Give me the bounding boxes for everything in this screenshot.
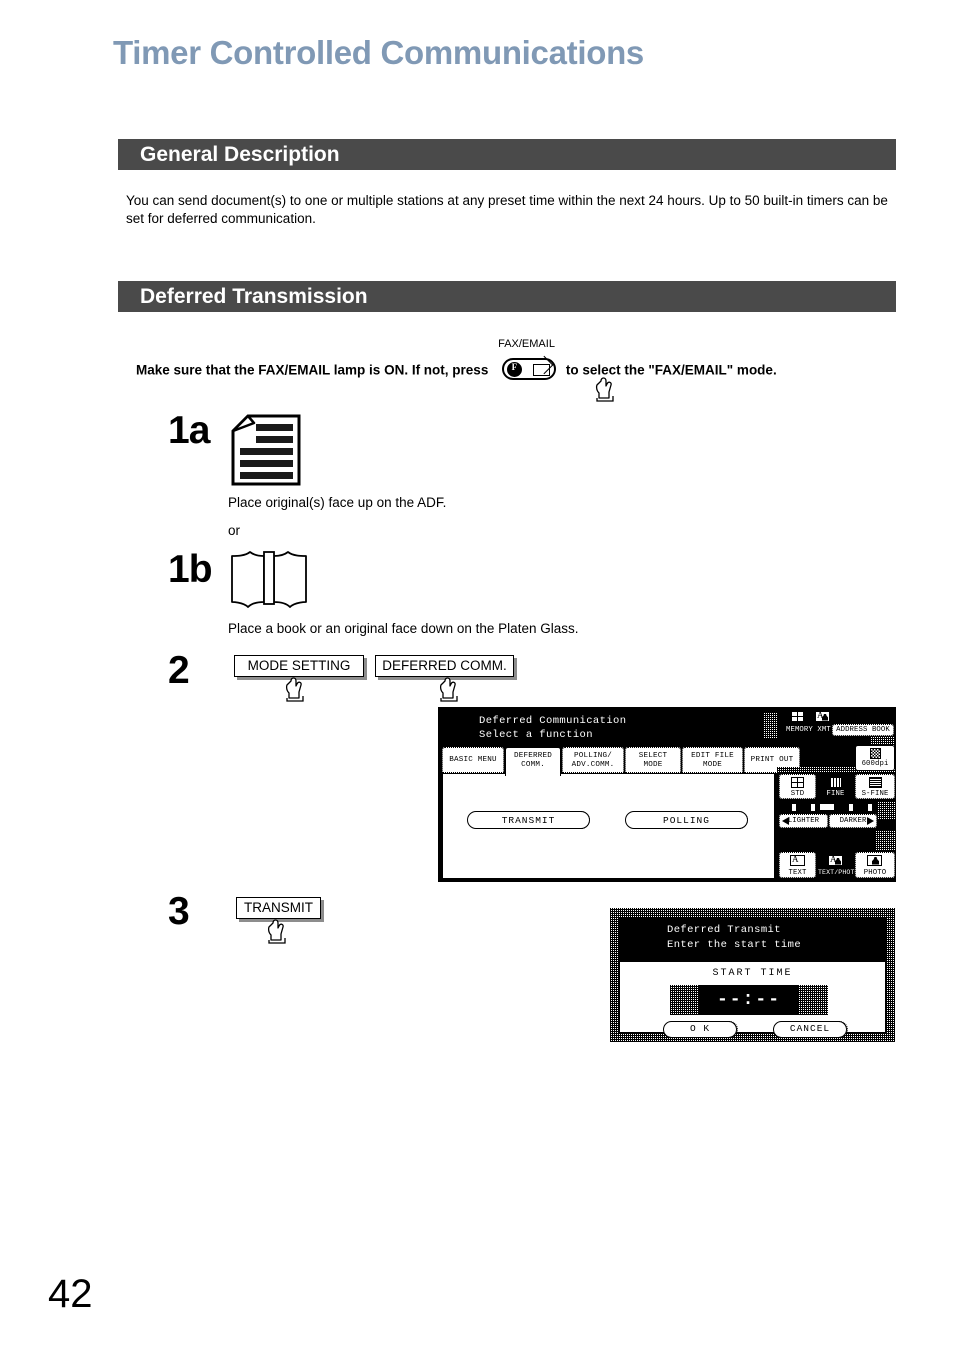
text-icon [790,854,805,866]
fax-email-lamp-instruction: Make sure that the FAX/EMAIL lamp is ON.… [136,338,777,380]
lcd2-title-line-1: Deferred Transmit [667,924,781,936]
step-or-label: or [228,523,241,538]
text-photo-status-icon [815,710,830,722]
memory-grid-icon [791,711,804,722]
page-title: Timer Controlled Communications [113,34,644,71]
fax-email-button-label: FAX/EMAIL [498,338,555,350]
pointing-hand-icon-mode-setting [283,672,309,702]
lcd2-header: Deferred Transmit Enter the start time [620,918,885,962]
page-number: 42 [48,1272,93,1316]
open-book-icon [229,547,309,611]
step-1a-caption: Place original(s) face up on the ADF. [228,495,447,510]
step-number-2: 2 [168,649,190,692]
resolution-fine-icon [829,777,842,788]
chip-address-book[interactable]: ADDRESS BOOK [832,724,894,736]
lcd2-button-cancel[interactable]: CANCEL [773,1020,848,1038]
tab-edit-file-mode[interactable]: EDIT FILE MODE [682,747,743,773]
lcd1-content-area: TRANSMIT POLLING [442,773,775,879]
lcd1-title-line-2: Select a function [479,729,593,741]
tab-polling-adv-comm[interactable]: POLLING/ ADV.COMM. [562,747,624,773]
lcd-button-polling[interactable]: POLLING [625,811,748,829]
step-number-3: 3 [168,890,190,933]
resolution-sfine-icon [869,777,882,788]
lamp-instruction-before: Make sure that the FAX/EMAIL lamp is ON.… [136,362,489,378]
dither-block-contrast [877,802,895,820]
dpi-dots-icon [870,748,881,759]
tab-deferred-comm[interactable]: DEFERRED COMM. [505,747,561,776]
pointing-hand-icon-transmit [265,914,291,944]
lcd-panel-deferred-transmit: Deferred Transmit Enter the start time S… [610,908,895,1042]
fax-email-key[interactable] [502,358,557,380]
fax-email-button-graphic: FAX/EMAIL [492,338,562,380]
step-1b-caption: Place a book or an original face down on… [228,621,579,636]
fax-icon [507,362,523,377]
tab-basic-menu[interactable]: BASIC MENU [442,747,504,773]
pointing-hand-icon-deferred-comm [437,672,463,702]
lcd2-start-time-value[interactable]: --:-- [699,985,799,1015]
contrast-status-icon [839,710,893,721]
photo-icon [867,855,882,866]
envelope-icon [533,363,551,376]
tab-select-mode[interactable]: SELECT MODE [625,747,681,773]
dither-block-type [875,831,895,851]
lcd-button-transmit[interactable]: TRANSMIT [467,811,590,829]
lcd2-button-ok[interactable]: O K [663,1020,738,1038]
general-description-paragraph: You can send document(s) to one or multi… [126,193,888,226]
document-adf-icon [230,413,302,487]
lcd1-title-line-1: Deferred Communication [479,715,627,727]
text-photo-icon [828,854,843,866]
contrast-thumb[interactable] [819,803,835,811]
chip-memory-xmt[interactable]: MEMORY XMT [785,724,831,736]
lcd-panel-deferred-communication: Deferred Communication Select a function… [438,707,896,882]
step-number-1a: 1a [168,409,210,452]
step-number-1b: 1b [168,548,213,591]
lcd2-title-line-2: Enter the start time [667,939,802,951]
lcd2-start-time-label: START TIME [712,968,793,979]
section-header-deferred-transmission: Deferred Transmission [118,281,896,312]
dither-block-left [763,713,777,739]
person-glyph-icon-2 [835,857,841,865]
resolution-std-icon [791,777,804,788]
section-header-general-description: General Description [118,139,896,170]
pointing-hand-icon-faxemail [593,372,619,402]
lcd1-sidebar: MEMORY XMT ADDRESS BOOK 600dpi STD FINE … [763,709,895,881]
person-glyph-icon [822,713,828,721]
lcd2-start-time-field-wrap: --:-- [670,985,828,1015]
lcd2-inner-frame: Deferred Transmit Enter the start time S… [619,917,886,1038]
